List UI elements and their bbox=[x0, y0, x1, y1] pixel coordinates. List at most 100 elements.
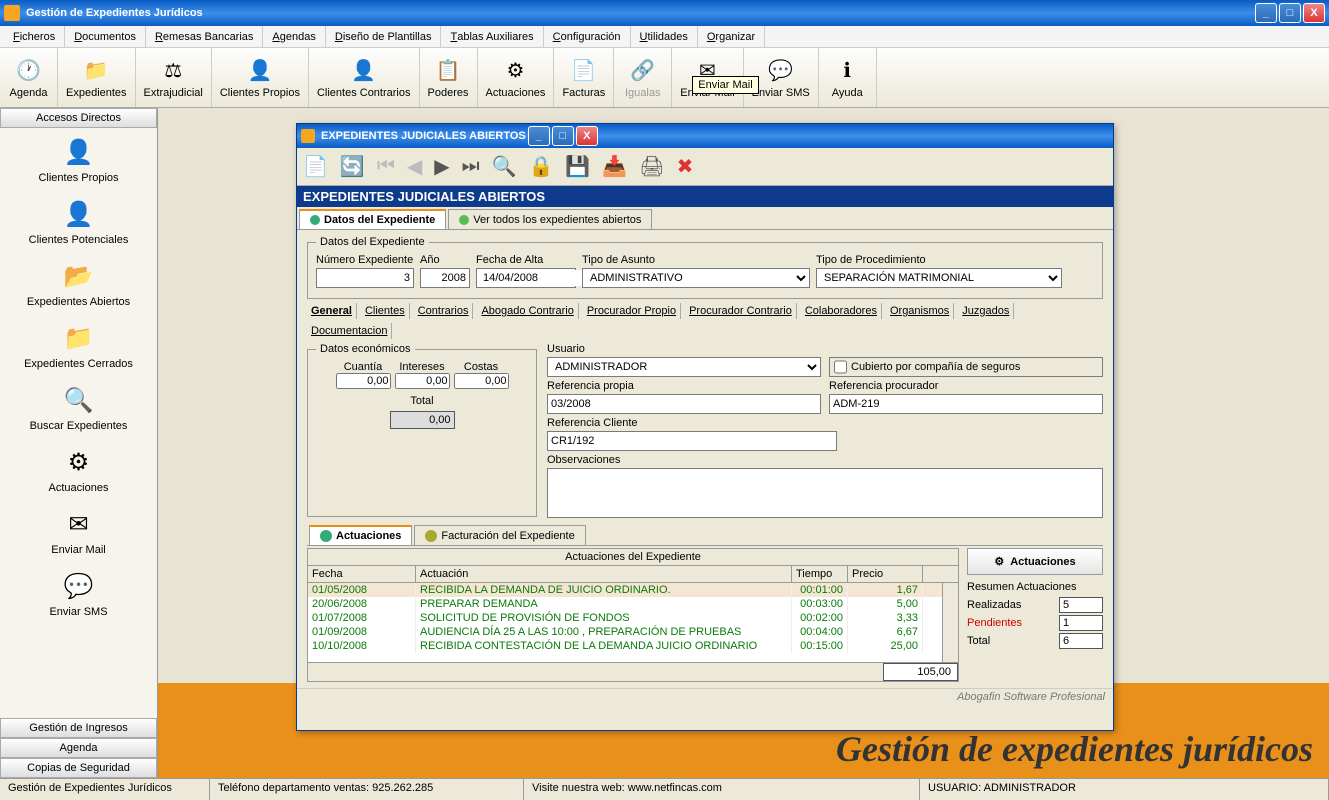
total-act-display bbox=[1059, 633, 1103, 649]
ano-input[interactable] bbox=[420, 268, 470, 288]
sidebar-item-enviar-sms[interactable]: 💬Enviar SMS bbox=[49, 570, 107, 618]
subtab-procurador-contrario[interactable]: Procurador Contrario bbox=[685, 303, 797, 319]
menu-remesas-bancarias[interactable]: Remesas Bancarias bbox=[146, 26, 263, 47]
toolbar-actuaciones[interactable]: ⚙Actuaciones bbox=[478, 48, 555, 107]
minimize-button[interactable]: _ bbox=[1255, 3, 1277, 23]
close-button[interactable]: X bbox=[1303, 3, 1325, 23]
seguros-checkbox[interactable]: Cubierto por compañía de seguros bbox=[829, 357, 1103, 377]
child-minimize-button[interactable]: _ bbox=[528, 126, 550, 146]
child-window: EXPEDIENTES JUDICIALES ABIERTOS _ □ X 📄 … bbox=[296, 123, 1114, 731]
realizadas-display bbox=[1059, 597, 1103, 613]
delete-icon[interactable]: ✖ bbox=[677, 154, 694, 179]
subtab-abogado-contrario[interactable]: Abogado Contrario bbox=[477, 303, 578, 319]
child-maximize-button[interactable]: □ bbox=[552, 126, 574, 146]
sidebar-item-expedientes-abiertos[interactable]: 📂Expedientes Abiertos bbox=[27, 260, 130, 308]
subtab-organismos[interactable]: Organismos bbox=[886, 303, 954, 319]
numero-expediente-input[interactable] bbox=[316, 268, 414, 288]
cuantia-input[interactable] bbox=[336, 373, 391, 389]
status-4: USUARIO: ADMINISTRADOR bbox=[920, 779, 1329, 800]
observaciones-textarea[interactable] bbox=[547, 468, 1103, 518]
table-row[interactable]: 01/07/2008SOLICITUD DE PROVISIÓN DE FOND… bbox=[308, 611, 958, 625]
toolbar-extrajudicial[interactable]: ⚖Extrajudicial bbox=[136, 48, 212, 107]
expedientes-cerrados-icon: 📁 bbox=[63, 322, 95, 354]
toolbar-clientes-contrarios[interactable]: 👤Clientes Contrarios bbox=[309, 48, 420, 107]
clientes-propios-icon: 👤 bbox=[63, 136, 95, 168]
tipo-asunto-select[interactable]: ADMINISTRATIVO bbox=[582, 268, 810, 288]
maximize-button[interactable]: □ bbox=[1279, 3, 1301, 23]
sidebar-footer-copias-de-seguridad[interactable]: Copias de Seguridad bbox=[0, 758, 157, 778]
usuario-select[interactable]: ADMINISTRADOR bbox=[547, 357, 821, 377]
print-icon[interactable]: 🖨 bbox=[639, 154, 664, 179]
toolbar-ayuda[interactable]: ℹAyuda bbox=[819, 48, 877, 107]
child-icon bbox=[301, 129, 315, 143]
ref-cliente-input[interactable] bbox=[547, 431, 837, 451]
status-2: Teléfono departamento ventas: 925.262.28… bbox=[210, 779, 524, 800]
subtab-contrarios[interactable]: Contrarios bbox=[414, 303, 474, 319]
sidebar-footer-gestión-de-ingresos[interactable]: Gestión de Ingresos bbox=[0, 718, 157, 738]
main-titlebar: Gestión de Expedientes Jurídicos _ □ X bbox=[0, 0, 1329, 26]
menu-agendas[interactable]: Agendas bbox=[263, 26, 325, 47]
table-row[interactable]: 20/06/2008PREPARAR DEMANDA00:03:005,00 bbox=[308, 597, 958, 611]
subtab-procurador-propio[interactable]: Procurador Propio bbox=[583, 303, 681, 319]
subtab-colaboradores[interactable]: Colaboradores bbox=[801, 303, 882, 319]
sidebar-item-expedientes-cerrados[interactable]: 📁Expedientes Cerrados bbox=[24, 322, 133, 370]
new-icon[interactable]: 📄 bbox=[303, 154, 328, 179]
subtab-clientes[interactable]: Clientes bbox=[361, 303, 410, 319]
tipo-procedimiento-select[interactable]: SEPARACIÓN MATRIMONIAL bbox=[816, 268, 1062, 288]
intereses-input[interactable] bbox=[395, 373, 450, 389]
table-row[interactable]: 01/05/2008RECIBIDA LA DEMANDA DE JUICIO … bbox=[308, 583, 958, 597]
ref-procurador-input[interactable] bbox=[829, 394, 1103, 414]
scrollbar[interactable] bbox=[942, 583, 958, 662]
sidebar-item-buscar-expedientes[interactable]: 🔍Buscar Expedientes bbox=[30, 384, 128, 432]
agenda-icon: 🕐 bbox=[15, 57, 43, 85]
child-close-button[interactable]: X bbox=[576, 126, 598, 146]
sidebar-item-enviar-mail[interactable]: ✉Enviar Mail bbox=[51, 508, 105, 556]
status-3: Visite nuestra web: www.netfincas.com bbox=[524, 779, 920, 800]
first-icon[interactable]: ⏮ bbox=[377, 155, 395, 178]
menu-organizar[interactable]: Organizar bbox=[698, 26, 765, 47]
fecha-alta-input[interactable]: 15 bbox=[476, 268, 576, 288]
lock-icon[interactable]: 🔒 bbox=[529, 154, 554, 179]
toolbar-facturas[interactable]: 📄Facturas bbox=[554, 48, 614, 107]
clientes-contrarios-icon: 👤 bbox=[350, 57, 378, 85]
sidebar-item-actuaciones[interactable]: ⚙Actuaciones bbox=[49, 446, 109, 494]
buscar-expedientes-icon: 🔍 bbox=[63, 384, 95, 416]
last-icon[interactable]: ⏭ bbox=[462, 155, 480, 178]
toolbar-expedientes[interactable]: 📁Expedientes bbox=[58, 48, 136, 107]
statusbar: Gestión de Expedientes Jurídicos Teléfon… bbox=[0, 778, 1329, 800]
table-row[interactable]: 10/10/2008RECIBIDA CONTESTACIÓN DE LA DE… bbox=[308, 639, 958, 653]
tab-actuaciones[interactable]: Actuaciones bbox=[309, 525, 412, 545]
ref-propia-input[interactable] bbox=[547, 394, 821, 414]
menu-utilidades[interactable]: Utilidades bbox=[631, 26, 698, 47]
actuaciones-button[interactable]: ⚙Actuaciones bbox=[967, 548, 1103, 575]
sidebar-item-clientes-potenciales[interactable]: 👤Clientes Potenciales bbox=[29, 198, 129, 246]
sidebar-item-clientes-propios[interactable]: 👤Clientes Propios bbox=[38, 136, 118, 184]
refresh-icon[interactable]: 🔄 bbox=[340, 154, 365, 179]
subtab-documentacion[interactable]: Documentacion bbox=[307, 323, 392, 339]
menu-configuración[interactable]: Configuración bbox=[544, 26, 631, 47]
subtab-juzgados[interactable]: Juzgados bbox=[958, 303, 1014, 319]
costas-input[interactable] bbox=[454, 373, 509, 389]
menu-tablas-auxiliares[interactable]: Tablas Auxiliares bbox=[441, 26, 543, 47]
sidebar-footer-agenda[interactable]: Agenda bbox=[0, 738, 157, 758]
toolbar-enviar-mail[interactable]: ✉Enviar MailEnviar Mail bbox=[672, 48, 743, 107]
tab-ver-todos[interactable]: Ver todos los expedientes abiertos bbox=[448, 209, 652, 229]
table-row[interactable]: 01/09/2008AUDIENCIA DÍA 25 A LAS 10:00 ,… bbox=[308, 625, 958, 639]
subtab-general[interactable]: General bbox=[307, 303, 357, 319]
tab-facturacion[interactable]: Facturación del Expediente bbox=[414, 525, 585, 545]
tab-datos[interactable]: Datos del Expediente bbox=[299, 209, 446, 229]
prev-icon[interactable]: ◀ bbox=[407, 154, 422, 179]
toolbar-igualas[interactable]: 🔗Igualas bbox=[614, 48, 672, 107]
menu-ficheros[interactable]: Ficheros bbox=[4, 26, 65, 47]
actuaciones-grid: Actuaciones del Expediente Fecha Actuaci… bbox=[307, 548, 959, 682]
export-icon[interactable]: 📥 bbox=[602, 154, 627, 179]
search-icon[interactable]: 🔍 bbox=[492, 154, 517, 179]
toolbar-agenda[interactable]: 🕐Agenda bbox=[0, 48, 58, 107]
toolbar-clientes-propios[interactable]: 👤Clientes Propios bbox=[212, 48, 309, 107]
ayuda-icon: ℹ bbox=[833, 57, 861, 85]
toolbar-poderes[interactable]: 📋Poderes bbox=[420, 48, 478, 107]
next-icon[interactable]: ▶ bbox=[434, 154, 449, 179]
menu-diseño-de-plantillas[interactable]: Diseño de Plantillas bbox=[326, 26, 442, 47]
save-icon[interactable]: 💾 bbox=[565, 154, 590, 179]
menu-documentos[interactable]: Documentos bbox=[65, 26, 146, 47]
